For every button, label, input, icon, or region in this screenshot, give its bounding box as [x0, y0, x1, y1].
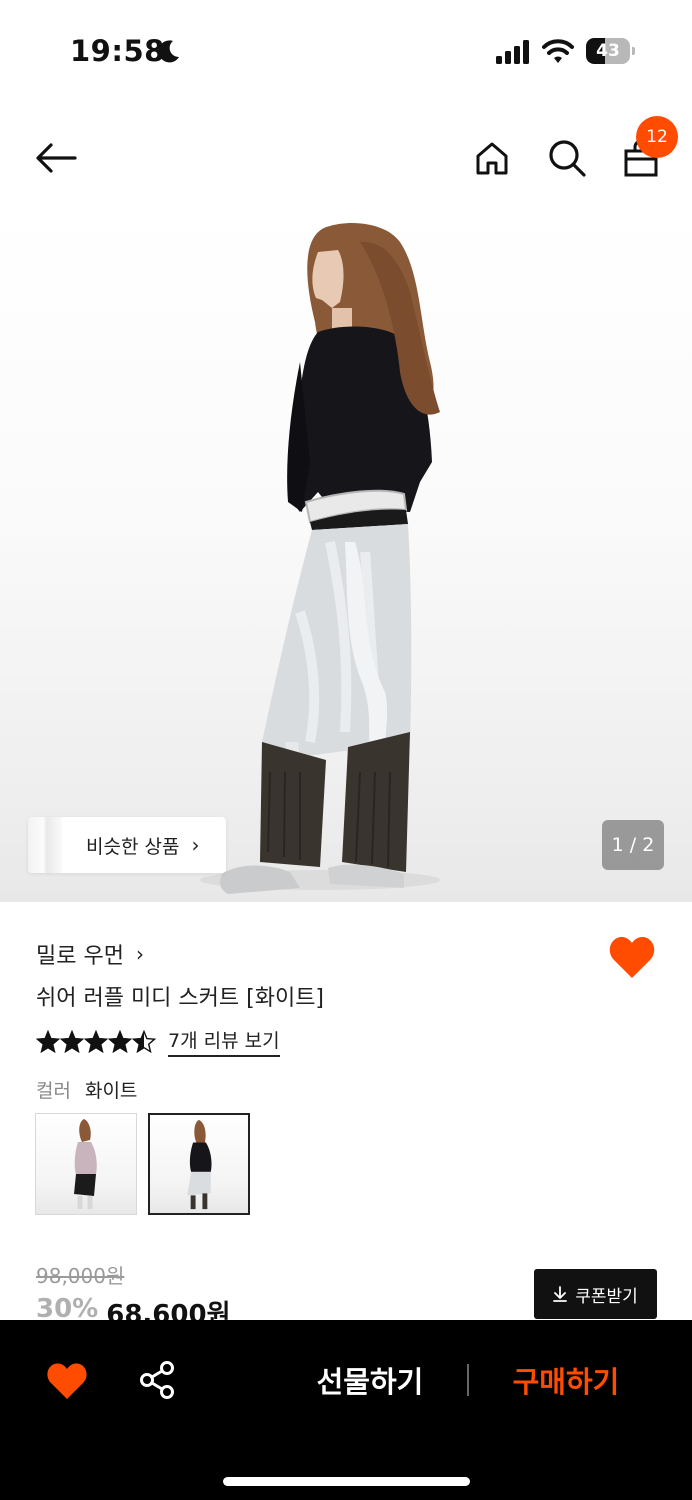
battery-percent: 43 [596, 41, 620, 61]
battery-icon: 43 [586, 38, 636, 64]
wishlist-heart-icon[interactable] [46, 1361, 88, 1401]
home-button[interactable] [470, 136, 514, 180]
brand-name: 밀로 우먼 [36, 944, 124, 969]
download-icon [553, 1286, 568, 1302]
star-icon [132, 1029, 156, 1053]
color-row: 컬러 화이트 [36, 1076, 137, 1103]
top-nav [0, 110, 692, 206]
star-icon [60, 1029, 84, 1053]
color-value: 화이트 [84, 1080, 138, 1102]
share-icon[interactable] [138, 1361, 176, 1399]
original-price: 98,000원 [36, 1264, 125, 1288]
back-button[interactable] [34, 136, 78, 180]
gift-button[interactable]: 선물하기 [300, 1356, 440, 1408]
rating-stars [36, 1029, 156, 1054]
similar-products-button[interactable]: 비슷한 상품 › [28, 817, 226, 873]
status-time: 19:58 [70, 34, 165, 68]
brand-link[interactable]: 밀로 우먼 › [36, 938, 144, 970]
cellular-signal-icon [496, 40, 529, 64]
similar-products-label: 비슷한 상품 [86, 835, 180, 858]
cart-count-badge: 12 [636, 116, 678, 158]
moon-icon [158, 40, 179, 63]
similar-product-thumbnail [28, 817, 62, 873]
product-photo [200, 223, 440, 894]
bottom-bar-divider [467, 1364, 469, 1396]
status-bar: 19:58 43 [0, 0, 692, 100]
arrow-left-icon [36, 143, 77, 173]
rating-row: 7개 리뷰 보기 [36, 1026, 280, 1057]
star-icon [36, 1029, 60, 1053]
product-name: 쉬어 러플 미디 스커트 [화이트] [36, 986, 325, 1011]
coupon-label: 쿠폰받기 [575, 1286, 638, 1307]
wifi-icon [542, 39, 574, 63]
color-label: 컬러 [36, 1080, 71, 1102]
product-image-carousel[interactable]: 비슷한 상품 › 1 / 2 [0, 212, 692, 902]
wishlist-heart-icon[interactable] [608, 934, 656, 980]
color-option-white[interactable] [148, 1113, 250, 1215]
bottom-action-bar [0, 1320, 692, 1500]
search-icon [549, 140, 586, 177]
color-option-black[interactable] [35, 1113, 137, 1215]
star-icon [84, 1029, 108, 1053]
color-option-thumbnail [74, 1119, 97, 1209]
get-coupon-button[interactable]: 쿠폰받기 [534, 1269, 657, 1319]
color-option-thumbnail [187, 1119, 212, 1210]
search-button[interactable] [545, 136, 589, 180]
home-indicator [223, 1477, 470, 1486]
chevron-right-icon: › [191, 833, 200, 857]
star-icon [108, 1029, 132, 1053]
chevron-right-icon: › [135, 942, 144, 966]
home-icon [476, 142, 508, 175]
buy-button[interactable]: 구매하기 [496, 1356, 636, 1408]
image-page-indicator: 1 / 2 [602, 820, 664, 870]
reviews-link[interactable]: 7개 리뷰 보기 [168, 1026, 280, 1057]
